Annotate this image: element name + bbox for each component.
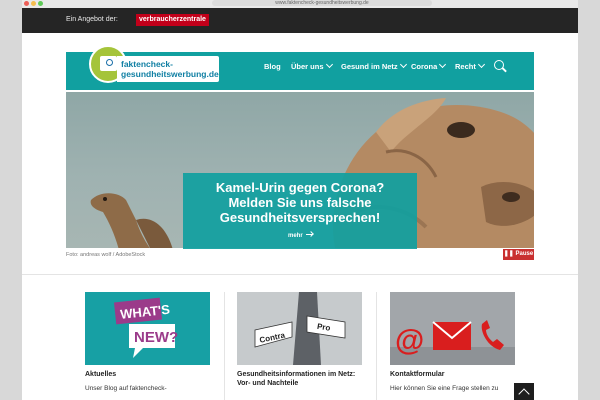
logo-line-1: faktencheck- — [121, 59, 173, 69]
nav-item-ueber-uns[interactable]: Über uns — [291, 60, 333, 71]
card-title-kontakt[interactable]: Kontaktformular — [390, 370, 444, 379]
hero-teaser[interactable]: Kamel-Urin gegen Corona? Melden Sie uns … — [183, 173, 417, 249]
card-separator — [224, 292, 225, 400]
whats-new-illustration: WHAT'S NEW? — [85, 292, 210, 365]
card-title-gesundheitsinfos[interactable]: Gesundheitsinformationen im Netz: Vor- u… — [237, 370, 355, 388]
card-title-aktuelles[interactable]: Aktuelles — [85, 370, 116, 379]
nav-item-corona[interactable]: Corona — [411, 60, 447, 71]
card-text-kontakt: Hier können Sie eine Frage stellen zu — [390, 385, 499, 392]
card-image-aktuelles[interactable]: WHAT'S NEW? — [85, 292, 210, 365]
headline-line-2: Melden Sie uns falsche — [228, 195, 372, 210]
provider-label: Ein Angebot der: — [66, 16, 118, 23]
more-link[interactable]: mehr — [288, 233, 313, 239]
minimize-window-icon[interactable] — [31, 1, 36, 6]
card-title-line-1: Gesundheitsinformationen im Netz: — [237, 371, 356, 378]
chevron-down-icon — [325, 60, 333, 69]
at-sign-icon: @ — [395, 324, 424, 357]
chevron-down-icon — [399, 60, 407, 69]
nav-item-gesund-im-netz[interactable]: Gesund im Netz — [341, 60, 407, 71]
card-image-text-2: NEW? — [134, 329, 178, 346]
pro-contra-illustration: Contra Pro — [237, 292, 362, 365]
contact-illustration: @ — [390, 292, 515, 365]
search-icon[interactable] — [494, 60, 504, 70]
address-bar[interactable]: www.faktencheck-gesundheitswerbung.de — [212, 0, 432, 6]
card-separator — [376, 292, 377, 400]
provider-strip: Ein Angebot der: verbraucherzentrale — [22, 8, 578, 33]
scroll-to-top-button[interactable] — [514, 383, 534, 400]
close-window-icon[interactable] — [24, 1, 29, 6]
pause-button[interactable]: ❚❚ Pause — [503, 249, 534, 260]
photo-credit: Foto: andreas wolf / AdobeStock — [66, 252, 146, 258]
chevron-down-icon — [477, 60, 485, 69]
nav-label: Corona — [411, 62, 438, 71]
nav-item-blog[interactable]: Blog — [264, 62, 281, 71]
hero-headline: Kamel-Urin gegen Corona? Melden Sie uns … — [183, 180, 417, 225]
nav-label: Recht — [455, 62, 476, 71]
nav-label: Über uns — [291, 62, 324, 71]
nav-item-recht[interactable]: Recht — [455, 60, 485, 71]
card-text-aktuelles: Unser Blog auf faktencheck- — [85, 385, 167, 392]
magnifier-document-icon — [100, 56, 117, 71]
card-image-kontakt[interactable]: @ — [390, 292, 515, 365]
nav-label: Gesund im Netz — [341, 62, 398, 71]
maximize-window-icon[interactable] — [38, 1, 43, 6]
headline-line-1: Kamel-Urin gegen Corona? — [215, 180, 385, 195]
card-image-gesundheitsinfos[interactable]: Contra Pro — [237, 292, 362, 365]
camel-small-image — [90, 193, 173, 248]
nav-label: Blog — [264, 62, 281, 71]
verbraucherzentrale-logo[interactable]: verbraucherzentrale — [136, 14, 209, 26]
site-logo-text[interactable]: faktencheck- gesundheitswerbung.de — [117, 56, 219, 82]
headline-line-3: Gesundheitsversprechen! — [219, 210, 381, 225]
logo-line-2: gesundheitswerbung.de — [121, 69, 219, 79]
pause-label: Pause — [515, 251, 534, 257]
card-title-line-2: Vor- und Nachteile — [237, 380, 299, 387]
more-label: mehr — [288, 233, 303, 239]
section-divider — [22, 274, 578, 275]
browser-toolbar: www.faktencheck-gesundheitswerbung.de — [22, 0, 578, 8]
chevron-down-icon — [439, 60, 447, 69]
arrow-right-icon — [305, 234, 313, 235]
